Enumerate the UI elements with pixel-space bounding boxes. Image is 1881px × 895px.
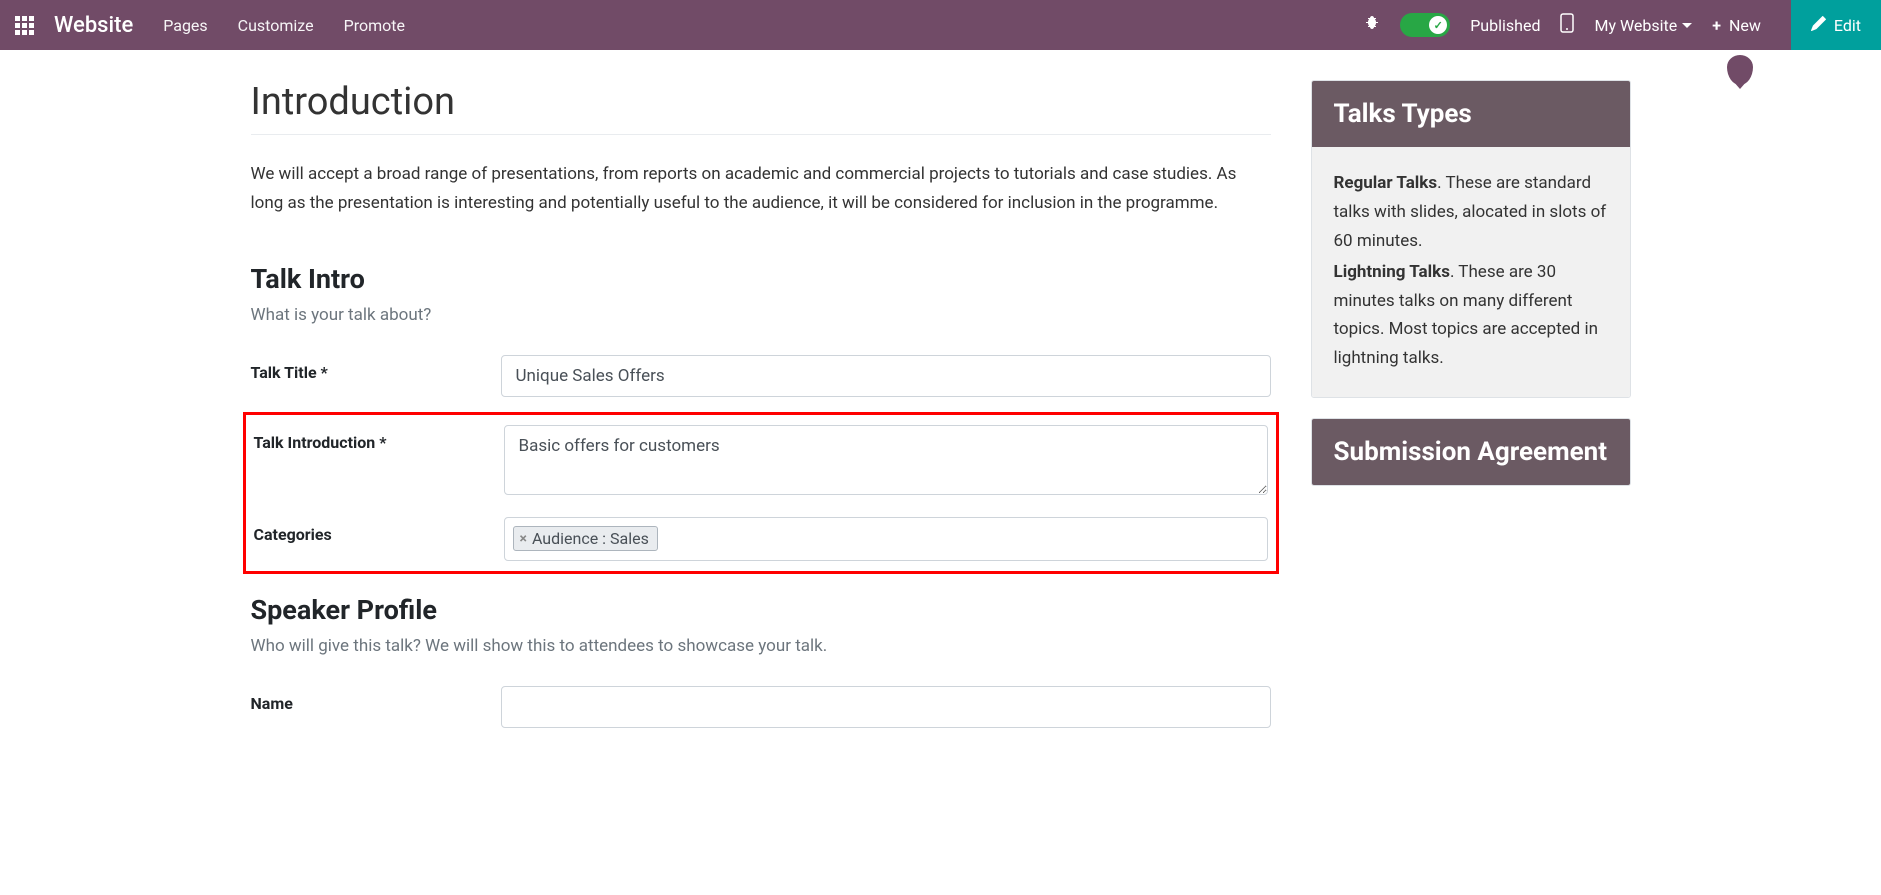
new-button[interactable]: + New	[1712, 16, 1761, 35]
nav-customize[interactable]: Customize	[238, 16, 314, 35]
talk-introduction-label: Talk Introduction *	[254, 425, 504, 452]
chevron-down-icon	[1682, 23, 1692, 28]
new-label: New	[1729, 16, 1761, 35]
talks-types-body: Regular Talks. These are standard talks …	[1312, 147, 1630, 397]
highlight-box: Talk Introduction * Categories × Audienc…	[243, 412, 1279, 574]
nav-pages[interactable]: Pages	[163, 16, 207, 35]
page-title: Introduction	[251, 80, 1271, 135]
check-icon: ✓	[1429, 16, 1447, 34]
bug-icon[interactable]	[1364, 15, 1380, 35]
published-label: Published	[1470, 16, 1540, 35]
content-wrapper: Introduction We will accept a broad rang…	[241, 50, 1641, 748]
tag-remove-icon[interactable]: ×	[520, 531, 527, 547]
main-column: Introduction We will accept a broad rang…	[251, 80, 1271, 748]
speaker-profile-title: Speaker Profile	[251, 594, 1271, 626]
talk-intro-title: Talk Intro	[251, 263, 1271, 295]
category-tag: × Audience : Sales	[513, 526, 658, 551]
my-website-label: My Website	[1594, 16, 1677, 35]
edit-button[interactable]: Edit	[1791, 0, 1881, 50]
intro-text: We will accept a broad range of presenta…	[251, 160, 1271, 218]
drop-indicator-icon	[1727, 55, 1753, 85]
published-toggle[interactable]: ✓	[1400, 13, 1450, 37]
speaker-name-label: Name	[251, 686, 501, 713]
apps-icon[interactable]	[15, 16, 34, 35]
talks-types-header: Talks Types	[1312, 81, 1630, 147]
top-navbar: Website Pages Customize Promote ✓ Publis…	[0, 0, 1881, 50]
plus-icon: +	[1712, 16, 1721, 35]
categories-label: Categories	[254, 517, 504, 544]
talk-introduction-input[interactable]	[504, 425, 1268, 495]
sidebar-column: Talks Types Regular Talks. These are sta…	[1311, 80, 1631, 748]
lightning-talks-label: Lightning Talks	[1334, 262, 1450, 282]
speaker-name-input[interactable]	[501, 686, 1271, 728]
navbar-right: ✓ Published My Website + New Edit	[1364, 0, 1866, 50]
edit-label: Edit	[1834, 16, 1861, 35]
categories-row: Categories × Audience : Sales	[251, 517, 1271, 561]
categories-input[interactable]: × Audience : Sales	[504, 517, 1268, 561]
talks-types-card: Talks Types Regular Talks. These are sta…	[1311, 80, 1631, 398]
regular-talks-label: Regular Talks	[1334, 173, 1438, 193]
pencil-icon	[1811, 16, 1826, 35]
talk-title-label: Talk Title *	[251, 355, 501, 382]
mobile-icon[interactable]	[1560, 13, 1574, 37]
tag-label: Audience : Sales	[532, 529, 649, 548]
speaker-profile-subtitle: Who will give this talk? We will show th…	[251, 636, 1271, 656]
my-website-dropdown[interactable]: My Website	[1594, 16, 1692, 35]
submission-card: Submission Agreement	[1311, 418, 1631, 486]
navbar-left: Website Pages Customize Promote	[15, 13, 1364, 38]
speaker-name-row: Name	[251, 686, 1271, 728]
talk-introduction-row: Talk Introduction *	[251, 425, 1271, 499]
talk-title-input[interactable]	[501, 355, 1271, 397]
talk-title-row: Talk Title *	[251, 355, 1271, 397]
submission-header: Submission Agreement	[1312, 419, 1630, 485]
nav-promote[interactable]: Promote	[344, 16, 405, 35]
talk-intro-subtitle: What is your talk about?	[251, 305, 1271, 325]
brand-title[interactable]: Website	[54, 13, 133, 38]
